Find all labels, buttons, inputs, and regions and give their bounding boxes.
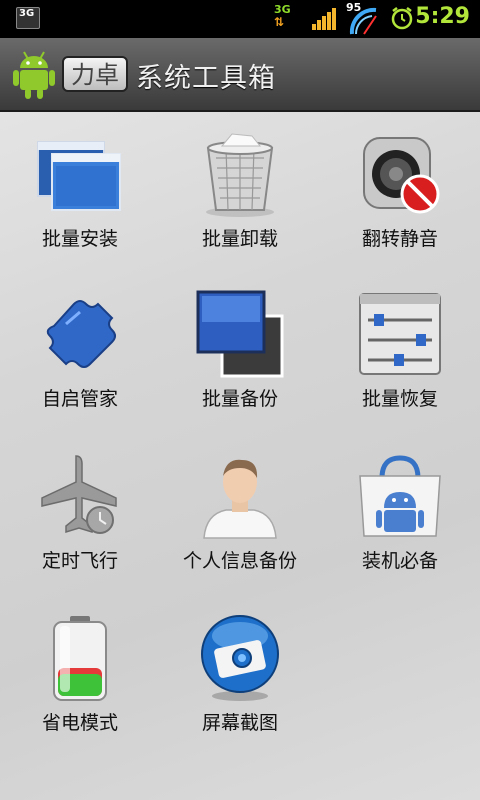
tool-flip-mute[interactable]: 翻转静音: [320, 110, 480, 270]
clock-time: 5:29: [415, 4, 470, 29]
puzzle-piece-icon: [46, 300, 116, 368]
tool-scheduled-airplane[interactable]: 定时飞行: [0, 432, 160, 592]
signal-strength-icon: [312, 8, 338, 30]
android-logo-icon: [13, 51, 55, 99]
tool-power-saving[interactable]: 省电模式: [0, 594, 160, 754]
sliders-icon: [359, 293, 441, 375]
tool-label: 装机必备: [361, 550, 438, 572]
status-bar: 3G 3G ⇅ 95 5:29: [0, 0, 480, 38]
tool-batch-restore[interactable]: 批量恢复: [320, 270, 480, 430]
tool-label: 翻转静音: [361, 228, 438, 250]
alarm-clock-icon: [391, 7, 413, 30]
tool-label: 屏幕截图: [201, 712, 278, 734]
tool-label: 批量卸载: [201, 228, 278, 250]
app-windows-icon: [37, 141, 121, 211]
tool-label: 省电模式: [41, 712, 118, 734]
tool-label: 批量恢复: [361, 388, 438, 410]
tool-batch-uninstall[interactable]: 批量卸载: [160, 110, 320, 270]
title-bar: 力卓 系统工具箱: [0, 38, 480, 112]
tool-label: 自启管家: [41, 388, 118, 410]
tool-essential-apps[interactable]: 装机必备: [320, 432, 480, 592]
tool-autostart-manager[interactable]: 自启管家: [0, 270, 160, 430]
battery-level-text: 95: [346, 1, 362, 14]
network-3g-icon: 3G: [16, 7, 40, 29]
market-bag-icon: [359, 455, 441, 537]
tool-personal-info-backup[interactable]: 个人信息备份: [160, 432, 320, 592]
speaker-mute-icon: [363, 137, 440, 214]
trash-bin-icon: [206, 133, 274, 217]
tool-batch-backup[interactable]: 批量备份: [160, 270, 320, 430]
battery-icon: [53, 616, 107, 701]
tool-label: 个人信息备份: [182, 550, 297, 572]
stacked-windows-icon: [196, 290, 284, 378]
tool-label: 批量安装: [41, 228, 118, 250]
camera-icon: [201, 615, 279, 701]
tool-label: 定时飞行: [41, 550, 118, 572]
page-title: 系统工具箱: [136, 63, 276, 94]
person-icon: [203, 459, 277, 539]
tool-label: 批量备份: [201, 388, 278, 410]
brand-logo: 力卓: [62, 56, 128, 92]
data-activity-icon: 3G ⇅: [274, 3, 291, 29]
airplane-clock-icon: [41, 455, 117, 534]
tool-batch-install[interactable]: 批量安装: [0, 110, 160, 270]
tool-screenshot[interactable]: 屏幕截图: [160, 594, 320, 754]
